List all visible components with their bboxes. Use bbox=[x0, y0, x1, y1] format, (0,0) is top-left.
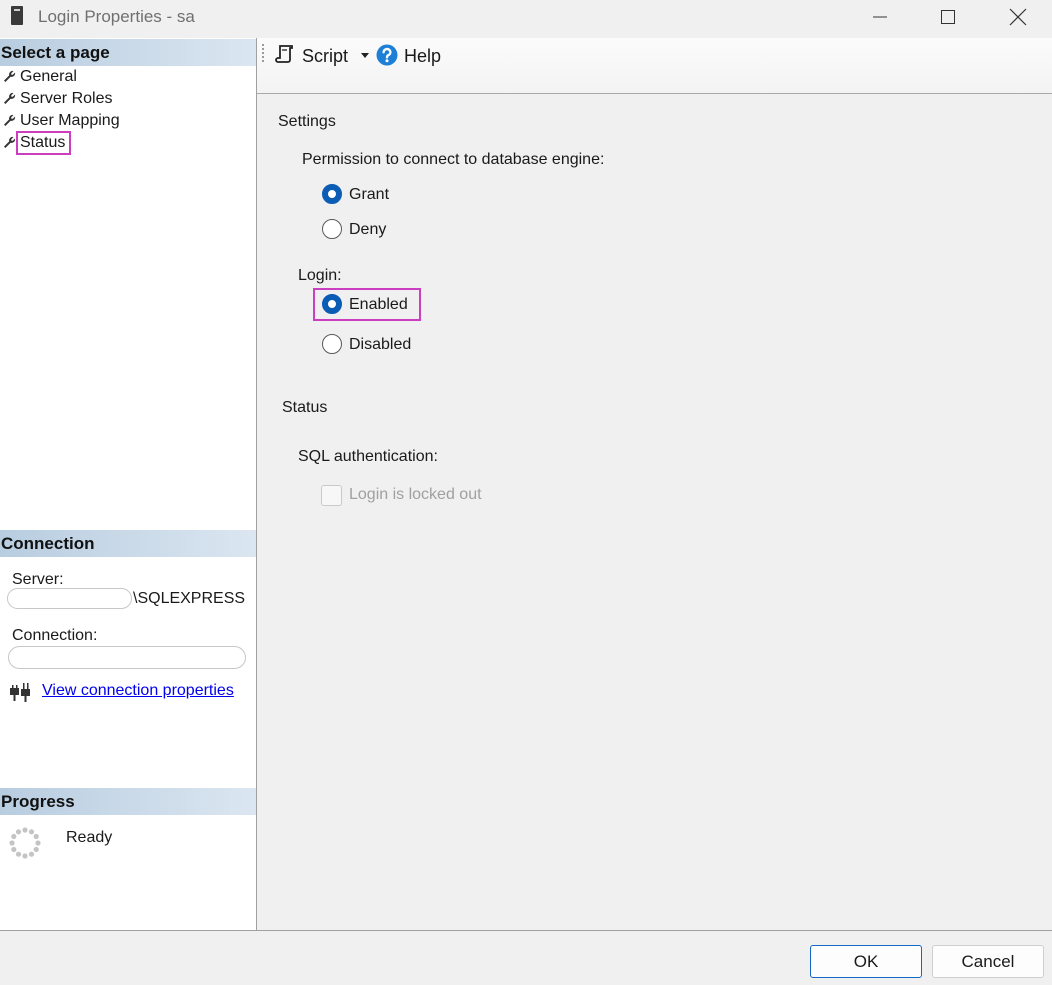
progress-status: Ready bbox=[66, 829, 113, 846]
left-pane: Select a page General Server Roles User … bbox=[0, 38, 257, 930]
grant-label[interactable]: Grant bbox=[349, 186, 389, 204]
enabled-radio[interactable] bbox=[322, 294, 342, 314]
status-heading: Status bbox=[282, 399, 328, 416]
sql-authentication-label: SQL authentication: bbox=[298, 448, 438, 465]
toolbar-grip[interactable] bbox=[262, 44, 266, 62]
view-connection-properties-link[interactable]: View connection properties bbox=[42, 682, 234, 700]
close-button[interactable] bbox=[983, 0, 1052, 33]
login-label: Login: bbox=[298, 267, 342, 284]
ok-button[interactable]: OK bbox=[810, 945, 922, 978]
server-name-field bbox=[7, 588, 132, 609]
grant-radio[interactable] bbox=[322, 184, 342, 204]
page-item-label: Status bbox=[16, 131, 72, 155]
select-page-header: Select a page bbox=[0, 39, 256, 66]
wrench-icon bbox=[4, 92, 16, 104]
disabled-label[interactable]: Disabled bbox=[349, 336, 411, 354]
window-title: Login Properties - sa bbox=[38, 7, 195, 26]
minimize-icon bbox=[873, 16, 887, 17]
script-button[interactable]: Script bbox=[302, 46, 348, 67]
page-item-label: Server Roles bbox=[20, 90, 113, 107]
maximize-icon bbox=[941, 9, 955, 24]
wrench-icon bbox=[4, 136, 16, 148]
minimize-button[interactable] bbox=[845, 0, 915, 33]
spinner-icon bbox=[9, 827, 41, 859]
server-instance: \SQLEXPRESS bbox=[133, 590, 246, 607]
bottom-separator bbox=[0, 930, 1052, 931]
wrench-icon bbox=[4, 70, 16, 82]
maximize-button[interactable] bbox=[913, 0, 983, 33]
settings-heading: Settings bbox=[278, 113, 336, 130]
page-item-label: General bbox=[20, 68, 77, 85]
locked-out-checkbox[interactable] bbox=[321, 485, 342, 506]
chevron-down-icon[interactable] bbox=[361, 53, 369, 58]
deny-radio[interactable] bbox=[322, 219, 342, 239]
progress-header: Progress bbox=[0, 788, 256, 815]
disabled-radio[interactable] bbox=[322, 334, 342, 354]
help-icon[interactable] bbox=[376, 44, 398, 66]
cancel-button[interactable]: Cancel bbox=[932, 945, 1044, 978]
wrench-icon bbox=[4, 114, 16, 126]
connection-name-field bbox=[8, 646, 246, 669]
help-button[interactable]: Help bbox=[404, 46, 441, 67]
server-icon bbox=[11, 6, 23, 25]
deny-label[interactable]: Deny bbox=[349, 221, 386, 239]
plug-icon bbox=[10, 683, 30, 702]
connection-label: Connection: bbox=[12, 627, 98, 644]
server-label: Server: bbox=[12, 571, 64, 588]
enabled-label[interactable]: Enabled bbox=[349, 296, 408, 314]
page-item-label: User Mapping bbox=[20, 112, 120, 129]
locked-out-label: Login is locked out bbox=[349, 486, 482, 503]
connection-header: Connection bbox=[0, 530, 256, 557]
close-icon bbox=[1009, 8, 1027, 25]
script-icon[interactable] bbox=[275, 44, 295, 64]
permission-label: Permission to connect to database engine… bbox=[302, 151, 605, 168]
